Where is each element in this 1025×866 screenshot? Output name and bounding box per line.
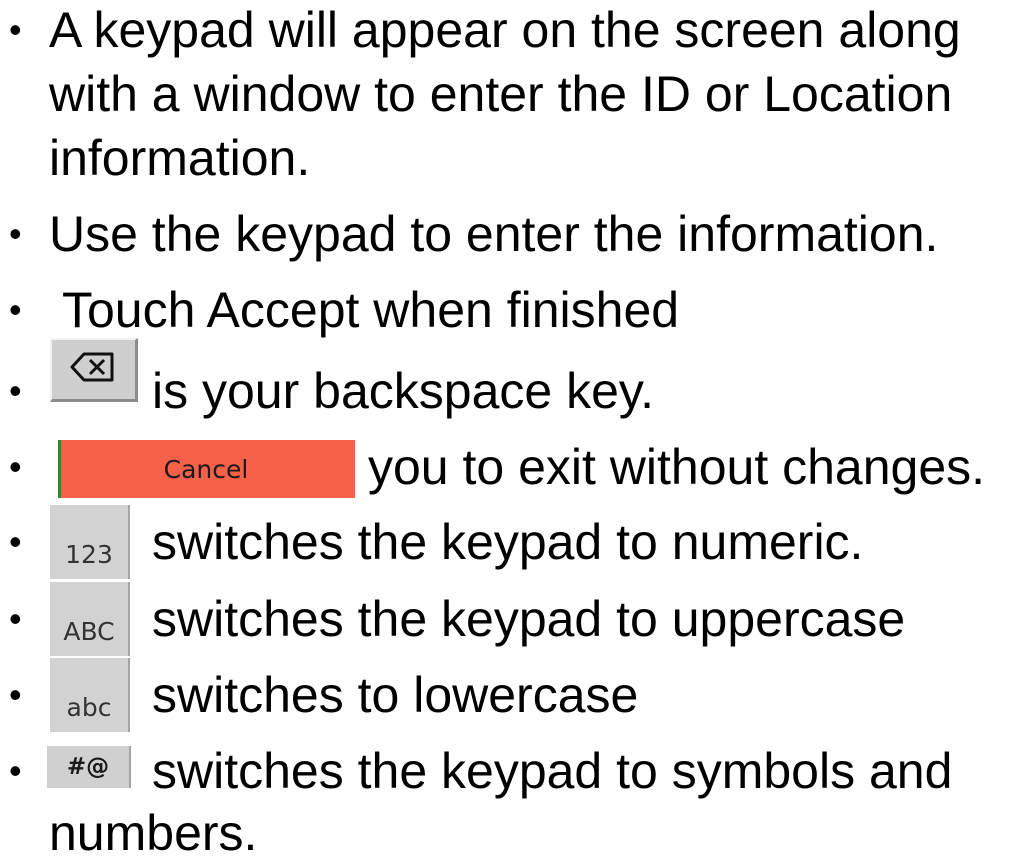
item-text-line-2: with a window to enter the ID or Locatio… <box>49 66 953 122</box>
item-text-line-3: information. <box>49 130 311 186</box>
bullet: • <box>9 289 22 330</box>
bullet: • <box>9 370 22 411</box>
bullet: • <box>9 9 22 50</box>
item-text-line-2: numbers. <box>49 805 258 861</box>
item-text-line-1: switches the keypad to symbols and <box>152 743 953 799</box>
bullet: • <box>9 521 22 562</box>
bullet: • <box>9 674 22 715</box>
item-text: you to exit without changes. <box>368 439 986 495</box>
lowercase-mode-key: abc <box>50 658 130 732</box>
item-text: switches the keypad to numeric. <box>152 514 864 570</box>
backspace-key <box>50 338 138 402</box>
symbols-mode-key: #@ <box>47 746 131 788</box>
uppercase-mode-key: ABC <box>50 582 130 656</box>
bullet: • <box>9 598 22 639</box>
numeric-mode-key: 123 <box>50 505 130 579</box>
bullet: • <box>9 446 22 487</box>
bullet: • <box>9 750 22 791</box>
item-text: switches to lowercase <box>152 667 639 723</box>
item-text: switches the keypad to uppercase <box>152 591 906 647</box>
item-text-line-1: A keypad will appear on the screen along <box>49 2 961 58</box>
backspace-icon <box>70 352 114 382</box>
bullet: • <box>9 213 22 254</box>
item-text: is your backspace key. <box>152 363 655 419</box>
item-text: Use the keypad to enter the information. <box>49 206 939 262</box>
item-text: Touch Accept when finished <box>62 282 680 338</box>
cancel-key: Cancel <box>58 440 355 498</box>
